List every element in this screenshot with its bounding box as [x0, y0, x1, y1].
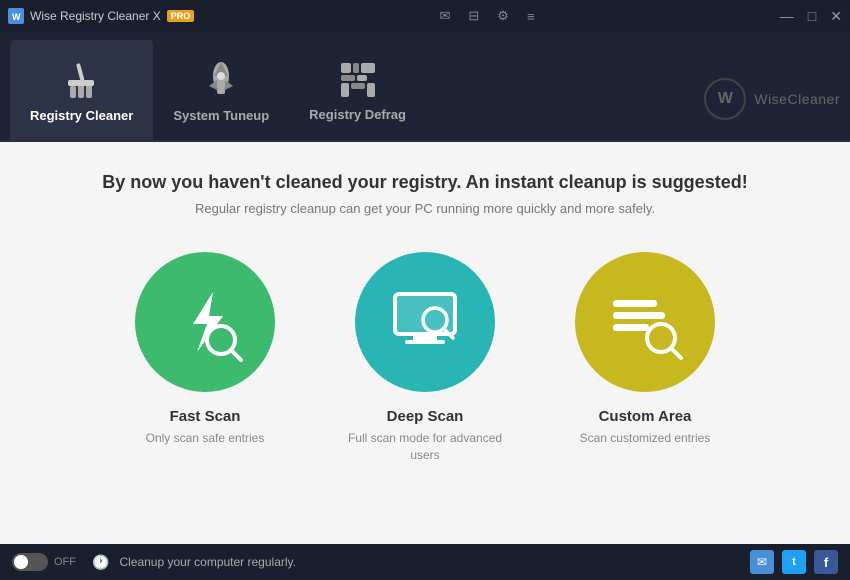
tab-registry-defrag[interactable]: Registry Defrag — [289, 40, 426, 140]
fast-scan-card[interactable]: Fast Scan Only scan safe entries — [125, 252, 285, 447]
fast-scan-title: Fast Scan — [170, 408, 241, 425]
toggle-knob — [14, 555, 28, 569]
footer-social-icons: ✉ t f — [750, 550, 838, 574]
titlebar: W Wise Registry Cleaner X PRO ✉ ⊟ ⚙ ≡ — … — [0, 0, 850, 32]
custom-area-circle[interactable] — [575, 252, 715, 392]
wc-logo-name: WiseCleaner — [754, 91, 840, 107]
menu-toolbar-icon[interactable]: ≡ — [527, 9, 535, 24]
titlebar-left: W Wise Registry Cleaner X PRO — [8, 8, 194, 24]
footer-email-button[interactable]: ✉ — [750, 550, 774, 574]
deep-scan-title: Deep Scan — [387, 408, 464, 425]
svg-text:W: W — [12, 12, 21, 22]
tab-system-tuneup-label: System Tuneup — [173, 108, 269, 123]
pro-badge: PRO — [167, 10, 195, 22]
custom-area-title: Custom Area — [599, 408, 692, 425]
registry-defrag-icon — [337, 59, 379, 101]
footer-facebook-button[interactable]: f — [814, 550, 838, 574]
custom-area-card[interactable]: Custom Area Scan customized entries — [565, 252, 725, 447]
minimize-button[interactable]: — — [780, 8, 794, 24]
titlebar-title: Wise Registry Cleaner X — [30, 9, 161, 23]
footer-twitter-button[interactable]: t — [782, 550, 806, 574]
toolbar-icon-group: ✉ ⊟ ⚙ ≡ — [429, 8, 544, 24]
deep-scan-card[interactable]: Deep Scan Full scan mode for advanced us… — [345, 252, 505, 464]
footer-message: Cleanup your computer regularly. — [119, 555, 740, 569]
clock-icon: 🕐 — [92, 554, 109, 571]
tab-system-tuneup[interactable]: System Tuneup — [153, 40, 289, 140]
system-tuneup-icon — [201, 58, 241, 102]
wisecleaner-logo: W WiseCleaner — [704, 78, 840, 140]
window-controls: — □ ✕ — [780, 8, 842, 25]
navbar: Registry Cleaner System Tuneup — [0, 32, 850, 142]
main-headline: By now you haven't cleaned your registry… — [102, 172, 747, 193]
scan-cards-container: Fast Scan Only scan safe entries Deep Sc… — [125, 252, 725, 464]
maximize-button[interactable]: □ — [808, 8, 816, 24]
fast-scan-circle[interactable] — [135, 252, 275, 392]
main-content: By now you haven't cleaned your registry… — [0, 142, 850, 544]
wc-logo-letter: W — [718, 90, 733, 108]
toggle-label: OFF — [54, 556, 76, 568]
deep-scan-desc: Full scan mode for advanced users — [345, 430, 505, 464]
app-icon: W — [8, 8, 24, 24]
footer: OFF 🕐 Cleanup your computer regularly. ✉… — [0, 544, 850, 580]
footer-toggle[interactable] — [12, 553, 48, 571]
message-toolbar-icon[interactable]: ⊟ — [468, 8, 479, 24]
wc-logo-circle: W — [704, 78, 746, 120]
settings-toolbar-icon[interactable]: ⚙ — [497, 8, 509, 24]
close-button[interactable]: ✕ — [830, 8, 842, 25]
deep-scan-circle[interactable] — [355, 252, 495, 392]
custom-area-desc: Scan customized entries — [580, 430, 711, 447]
fast-scan-desc: Only scan safe entries — [146, 430, 265, 447]
tab-registry-cleaner[interactable]: Registry Cleaner — [10, 40, 153, 140]
tab-registry-defrag-label: Registry Defrag — [309, 107, 406, 122]
email-toolbar-icon[interactable]: ✉ — [439, 8, 450, 24]
registry-cleaner-icon — [60, 58, 104, 102]
tab-registry-cleaner-label: Registry Cleaner — [30, 108, 133, 123]
main-subline: Regular registry cleanup can get your PC… — [195, 201, 655, 216]
